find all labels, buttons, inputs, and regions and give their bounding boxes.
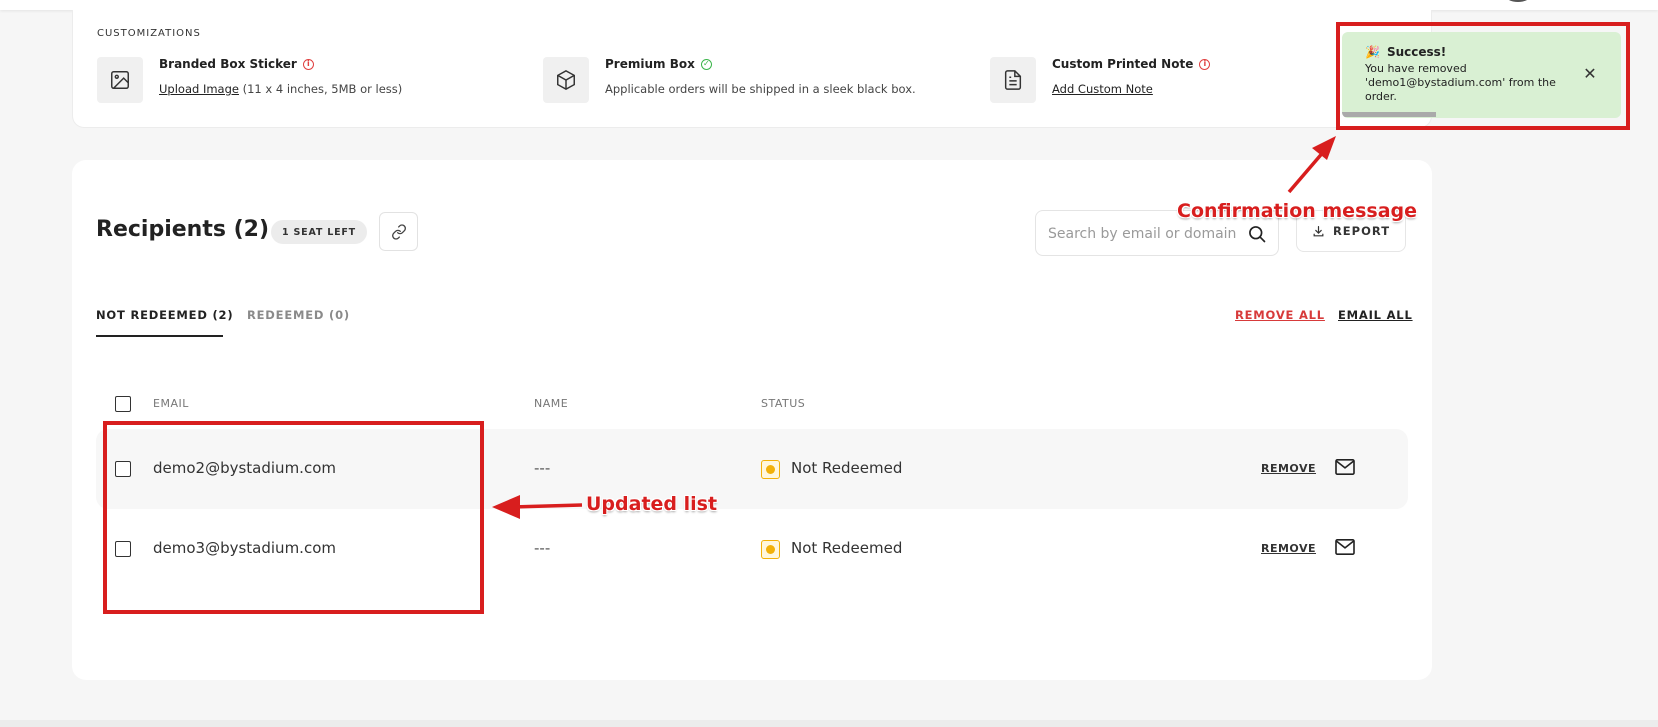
bottom-strip [0, 720, 1658, 727]
annotation-confirmation-label: Confirmation message [1177, 200, 1417, 222]
annotation-arrows [492, 136, 1336, 519]
annotation-updated-list-label: Updated list [586, 493, 718, 515]
